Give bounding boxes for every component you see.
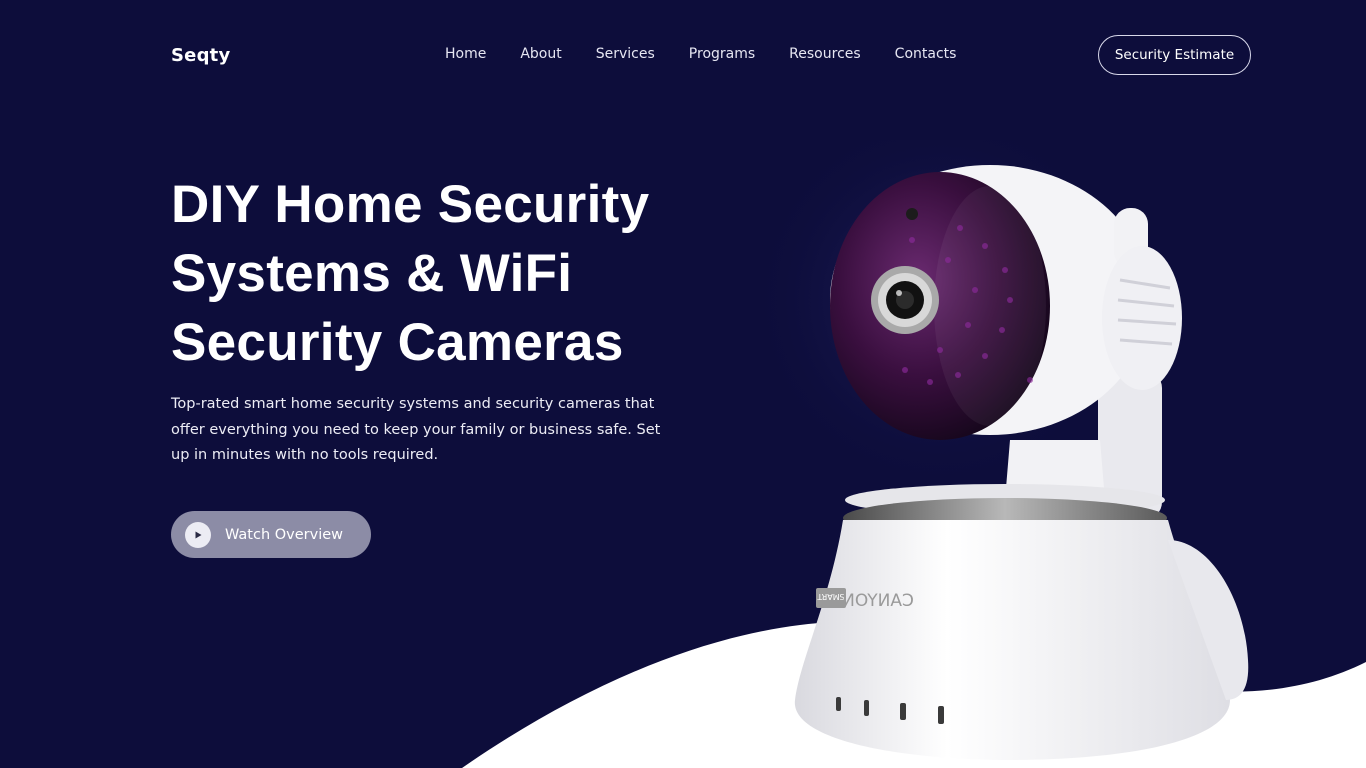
play-icon: [185, 521, 211, 548]
nav-about[interactable]: About: [520, 46, 561, 62]
security-camera-image: SMART CANYON: [760, 140, 1249, 760]
hero-title-line-2: Systems & WiFi: [171, 244, 573, 303]
nav-resources[interactable]: Resources: [789, 46, 861, 62]
hero-title-line-1: DIY Home Security: [171, 175, 650, 234]
nav-services[interactable]: Services: [596, 46, 655, 62]
camera-badge-text: SMART: [817, 592, 844, 601]
nav-home[interactable]: Home: [445, 46, 486, 62]
main-nav: Home About Services Programs Resources C…: [445, 46, 956, 62]
watch-overview-button[interactable]: Watch Overview: [171, 511, 371, 558]
nav-programs[interactable]: Programs: [689, 46, 755, 62]
nav-contacts[interactable]: Contacts: [895, 46, 957, 62]
hero-title: DIY Home Security Systems & WiFi Securit…: [171, 170, 731, 377]
logo[interactable]: Seqty: [171, 45, 230, 66]
watch-overview-label: Watch Overview: [225, 526, 344, 543]
security-estimate-button[interactable]: Security Estimate: [1098, 35, 1251, 75]
hero-title-line-3: Security Cameras: [171, 313, 624, 372]
camera-brand-text: CANYON: [842, 591, 914, 611]
hero-description: Top-rated smart home security systems an…: [171, 396, 661, 463]
